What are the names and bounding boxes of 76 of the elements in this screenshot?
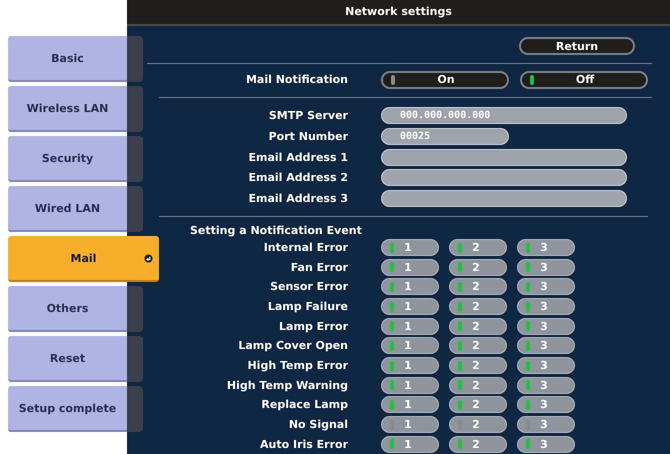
channel-toggle[interactable]: 3 xyxy=(517,436,575,453)
channel-toggle[interactable]: 3 xyxy=(517,258,575,276)
sidebar-tab[interactable]: Mail xyxy=(8,236,159,282)
event-label: Sensor Error xyxy=(269,280,348,294)
input-field[interactable] xyxy=(381,148,627,166)
channel-toggle[interactable]: 1 xyxy=(381,396,439,414)
channel-toggle[interactable]: 3 xyxy=(517,337,575,354)
input-field[interactable] xyxy=(381,169,627,186)
tab-edge xyxy=(127,36,143,82)
channel-toggle[interactable]: 2 xyxy=(449,357,507,374)
channel-toggle[interactable]: 2 xyxy=(449,436,507,453)
mail-notification-label: Mail Notification xyxy=(244,73,348,86)
channel-toggle[interactable]: 3 xyxy=(517,396,575,414)
channel-toggle[interactable]: 2 xyxy=(449,376,507,394)
return-button[interactable]: Return xyxy=(519,37,635,55)
event-label: Auto Iris Error xyxy=(259,438,348,451)
channel-toggle[interactable]: 2 xyxy=(449,337,507,354)
event-label: Lamp Cover Open xyxy=(237,339,348,352)
input-field[interactable]: 000.000.000.000 xyxy=(381,107,627,124)
event-label: No Signal xyxy=(288,418,348,432)
field-label: Email Address 1 xyxy=(248,150,348,164)
channel-toggle[interactable]: 1 xyxy=(381,416,439,434)
field-label: Email Address 2 xyxy=(248,171,348,184)
sidebar-tab[interactable]: Setup complete xyxy=(8,386,127,432)
event-label: Internal Error xyxy=(262,241,348,254)
field-label: SMTP Server xyxy=(268,109,348,122)
channel-toggle[interactable]: 1 xyxy=(381,376,439,394)
event-label: Fan Error xyxy=(290,260,348,274)
section-title: Setting a Notification Event xyxy=(189,222,363,238)
tab-edge xyxy=(127,386,143,432)
input-field[interactable]: 00025 xyxy=(381,128,509,146)
event-label: Lamp Failure xyxy=(266,300,348,314)
channel-toggle[interactable]: 2 xyxy=(449,416,507,434)
event-label: High Temp Warning xyxy=(226,378,348,392)
sidebar-tab[interactable]: Security xyxy=(8,136,127,182)
channel-toggle[interactable]: 1 xyxy=(381,357,439,374)
event-label: Lamp Error xyxy=(278,320,348,333)
channel-toggle[interactable]: 3 xyxy=(517,357,575,374)
tab-edge xyxy=(127,186,143,232)
channel-toggle[interactable]: 3 xyxy=(517,298,575,316)
channel-toggle[interactable]: 3 xyxy=(517,416,575,434)
sidebar-tab[interactable]: Wired LAN xyxy=(8,186,127,232)
field-label: Email Address 3 xyxy=(248,192,348,205)
channel-toggle[interactable]: 1 xyxy=(381,278,439,296)
channel-toggle[interactable]: 1 xyxy=(381,239,439,256)
tab-edge xyxy=(127,136,143,182)
channel-toggle[interactable]: 1 xyxy=(381,436,439,453)
channel-toggle[interactable]: 1 xyxy=(381,258,439,276)
channel-toggle[interactable]: 2 xyxy=(449,278,507,296)
field-label: Port Number xyxy=(268,130,348,144)
sidebar-tab[interactable]: Wireless LAN xyxy=(8,86,127,132)
enter-icon xyxy=(144,254,153,263)
sidebar-tab[interactable]: Others xyxy=(8,286,127,332)
tab-edge xyxy=(127,86,143,132)
channel-toggle[interactable]: 3 xyxy=(517,318,575,335)
sidebar-tab[interactable]: Basic xyxy=(8,36,127,82)
notification-option[interactable]: Off xyxy=(520,70,648,89)
window-title: Network settings xyxy=(127,0,670,26)
channel-toggle[interactable]: 1 xyxy=(381,298,439,316)
channel-toggle[interactable]: 2 xyxy=(449,258,507,276)
event-label: High Temp Error xyxy=(246,359,348,372)
notification-option[interactable]: On xyxy=(381,70,509,89)
channel-toggle[interactable]: 2 xyxy=(449,239,507,256)
channel-toggle[interactable]: 1 xyxy=(381,318,439,335)
event-label: Replace Lamp xyxy=(260,398,348,412)
channel-toggle[interactable]: 2 xyxy=(449,318,507,335)
input-field[interactable] xyxy=(381,190,627,207)
tab-edge xyxy=(127,336,143,382)
channel-toggle[interactable]: 2 xyxy=(449,396,507,414)
channel-toggle[interactable]: 3 xyxy=(517,376,575,394)
channel-toggle[interactable]: 3 xyxy=(517,239,575,256)
channel-toggle[interactable]: 2 xyxy=(449,298,507,316)
channel-toggle[interactable]: 3 xyxy=(517,278,575,296)
channel-toggle[interactable]: 1 xyxy=(381,337,439,354)
tab-edge xyxy=(127,286,143,332)
sidebar-tab[interactable]: Reset xyxy=(8,336,127,382)
